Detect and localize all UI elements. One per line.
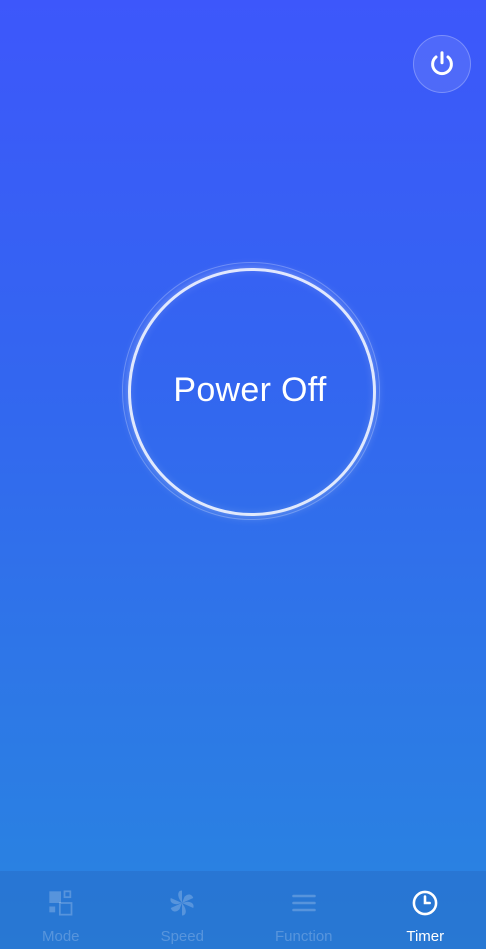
tab-timer-label: Timer (406, 928, 445, 945)
dial-status-label: Power Off (173, 370, 327, 409)
tab-mode-label: Mode (41, 928, 80, 945)
power-button[interactable] (413, 35, 471, 93)
tab-mode[interactable]: Mode (0, 871, 122, 949)
tab-function-label: Function (274, 928, 333, 945)
tab-timer[interactable]: Timer (365, 871, 486, 949)
power-icon (431, 51, 453, 76)
tab-speed[interactable]: Speed (122, 871, 244, 949)
tab-function[interactable]: Function (243, 871, 365, 949)
power-dial[interactable]: Power Off (122, 262, 380, 520)
bottom-tab-bar: Mode Speed Function Timer (0, 871, 486, 949)
tab-speed-label: Speed (160, 928, 204, 945)
mode-grid-icon (46, 888, 76, 918)
fan-icon (167, 888, 197, 918)
menu-lines-icon (289, 888, 319, 918)
clock-icon (410, 888, 440, 918)
app-screen: Power Off Mode Speed Function Timer (0, 0, 486, 949)
